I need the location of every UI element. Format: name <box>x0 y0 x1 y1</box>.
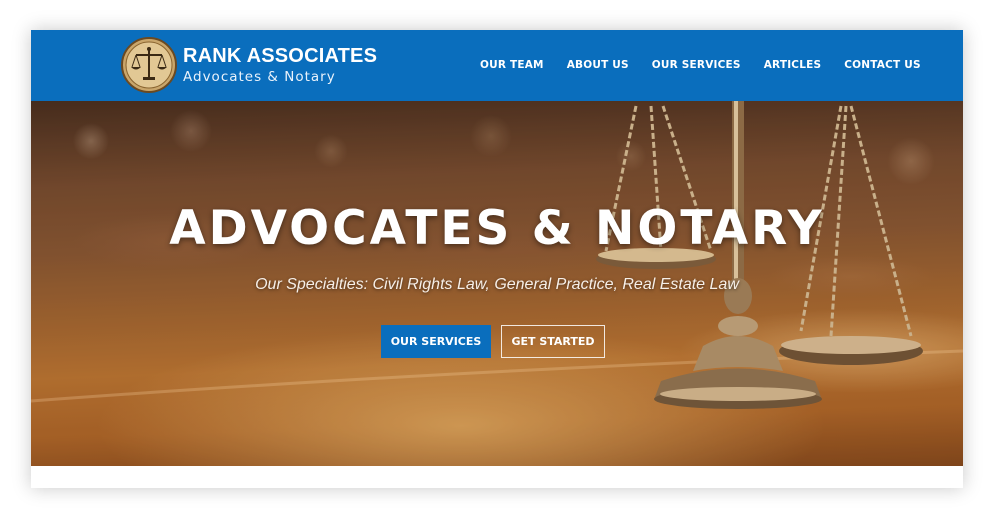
our-services-button[interactable]: OUR SERVICES <box>381 325 491 358</box>
nav-about-us[interactable]: ABOUT US <box>567 59 629 71</box>
nav-articles[interactable]: ARTICLES <box>764 59 822 71</box>
balance-scale-icon <box>121 37 177 93</box>
hero-section: ADVOCATES & NOTARY Our Specialties: Civi… <box>31 101 963 466</box>
brand-title: RANK ASSOCIATES <box>183 44 378 67</box>
hero-subtitle: Our Specialties: Civil Rights Law, Gener… <box>255 276 739 293</box>
main-nav: OUR TEAM ABOUT US OUR SERVICES ARTICLES … <box>480 59 944 71</box>
nav-our-team[interactable]: OUR TEAM <box>480 59 544 71</box>
brand-logo[interactable]: RANK ASSOCIATES Advocates & Notary <box>121 37 377 93</box>
get-started-button[interactable]: GET STARTED <box>501 325 605 358</box>
page-content-below-hero <box>31 466 963 488</box>
nav-our-services[interactable]: OUR SERVICES <box>652 59 741 71</box>
brand-text: RANK ASSOCIATES Advocates & Notary <box>183 45 377 86</box>
navbar: RANK ASSOCIATES Advocates & Notary OUR T… <box>31 30 963 101</box>
browser-frame: RANK ASSOCIATES Advocates & Notary OUR T… <box>31 30 963 488</box>
nav-contact-us[interactable]: CONTACT US <box>844 59 921 71</box>
brand-subtitle: Advocates & Notary <box>183 68 336 85</box>
hero-title: ADVOCATES & NOTARY <box>169 201 825 256</box>
